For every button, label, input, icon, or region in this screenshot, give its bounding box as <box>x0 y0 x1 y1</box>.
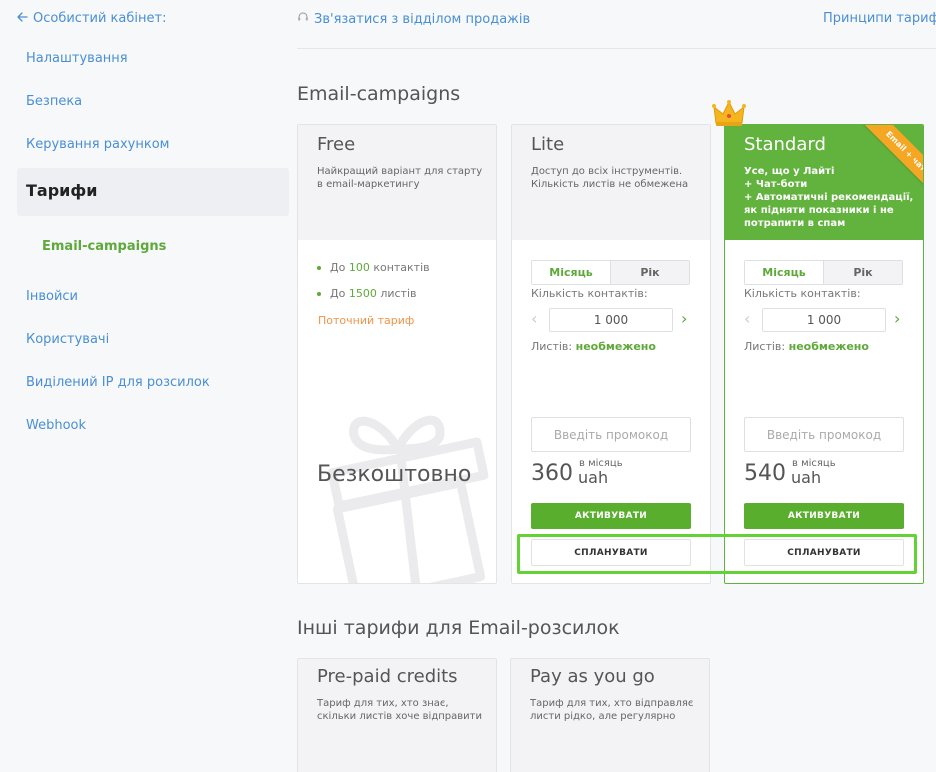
letters-value: необмежено <box>788 340 869 353</box>
period-toggle: Місяць Рік <box>531 260 690 285</box>
promo-code-input[interactable] <box>531 417 691 452</box>
sidebar: Особистий кабінет: Налаштування Безпека … <box>0 0 298 772</box>
plan-description: Найкращий варіант для старту в email-мар… <box>317 166 483 190</box>
feature-prefix: До <box>330 261 346 274</box>
schedule-button[interactable]: СПЛАНУВАТИ <box>531 539 691 566</box>
ribbon: Email + чатботи <box>847 125 923 213</box>
feature-suffix: контактів <box>373 261 430 274</box>
chevron-left-icon[interactable]: ‹ <box>531 309 537 328</box>
contacts-stepper-input[interactable] <box>762 308 886 332</box>
sidebar-item-users[interactable]: Користувачі <box>26 332 109 347</box>
plan-name: Standard <box>744 134 826 155</box>
feature-suffix: листів <box>380 287 417 300</box>
period-toggle: Місяць Рік <box>744 260 903 285</box>
sidebar-subitem-email-campaigns[interactable]: Email-campaigns <box>42 239 166 254</box>
feature-prefix: До <box>330 287 346 300</box>
ribbon-label: Email + чатботи <box>863 125 923 209</box>
letters-value: необмежено <box>575 340 656 353</box>
feature-value: 1500 <box>348 287 377 300</box>
headset-icon <box>297 11 309 27</box>
period-month-button[interactable]: Місяць <box>532 261 611 284</box>
plan-card-header: Lite Доступ до всіх інструментів. Кількі… <box>512 125 710 240</box>
bullet-icon <box>317 291 321 296</box>
sidebar-item-security[interactable]: Безпека <box>26 94 82 109</box>
feature-letters: До 1500 листів <box>317 287 417 300</box>
section-title-other-plans: Інші тарифи для Email-розсилок <box>297 617 620 639</box>
free-price-text: Безкоштовно <box>317 462 472 487</box>
feature-value: 100 <box>348 261 370 274</box>
letters-label: Листів: <box>531 340 573 353</box>
plan-description: Доступ до всіх інструментів. Кількість л… <box>531 166 689 190</box>
current-plan-label: Поточний тариф <box>318 314 415 327</box>
letters-info: Листів: необмежено <box>531 340 656 353</box>
contacts-label: Кількість контактів: <box>744 287 861 300</box>
tariff-principles-link[interactable]: Принципи тариф <box>823 11 936 26</box>
plan-card-header: Free Найкращий варіант для старту в emai… <box>298 125 496 240</box>
sidebar-item-tariffs-label: Тарифи <box>26 181 98 200</box>
back-link-label: Особистий кабінет: <box>33 11 167 26</box>
plan-description: Тариф для тих, хто відправляє листи рідк… <box>530 698 694 722</box>
chevron-right-icon[interactable]: › <box>894 309 900 328</box>
price-amount: 540 <box>744 461 786 486</box>
period-year-button[interactable]: Рік <box>611 261 689 284</box>
sidebar-item-settings[interactable]: Налаштування <box>26 51 128 66</box>
price-amount: 360 <box>531 461 573 486</box>
sidebar-item-webhook[interactable]: Webhook <box>26 418 86 433</box>
plan-card-pay-as-you-go[interactable]: Pay as you go Тариф для тих, хто відправ… <box>510 658 710 772</box>
section-title-email-campaigns: Email-campaigns <box>297 83 461 105</box>
sidebar-item-dedicated-ip[interactable]: Виділений IP для розсилок <box>26 375 210 390</box>
back-link[interactable]: Особистий кабінет: <box>17 11 166 26</box>
plan-description: Тариф для тих, хто знає, скільки листів … <box>317 698 482 722</box>
feature-contacts: До 100 контактів <box>317 261 430 274</box>
activate-button[interactable]: АКТИВУВАТИ <box>531 503 691 529</box>
sidebar-item-account-management[interactable]: Керування рахунком <box>26 137 169 152</box>
letters-label: Листів: <box>744 340 786 353</box>
price-currency: uah <box>791 468 822 487</box>
schedule-button[interactable]: СПЛАНУВАТИ <box>744 539 904 566</box>
plan-card-standard: Standard Усе, що у Лайті + Чат-боти + Ав… <box>724 124 924 584</box>
header-divider <box>297 48 936 49</box>
letters-info: Листів: необмежено <box>744 340 869 353</box>
sidebar-item-tariffs[interactable]: Тарифи <box>17 168 289 216</box>
arrow-left-icon <box>17 11 28 26</box>
period-month-button[interactable]: Місяць <box>745 261 824 284</box>
period-year-button[interactable]: Рік <box>824 261 902 284</box>
plan-name: Free <box>317 134 356 155</box>
chevron-right-icon[interactable]: › <box>681 309 687 328</box>
contact-sales-label: Зв'язатися з відділом продажів <box>314 11 531 27</box>
chevron-left-icon[interactable]: ‹ <box>744 309 750 328</box>
plan-name: Pre-paid credits <box>317 666 458 687</box>
plan-name: Lite <box>531 134 565 155</box>
crown-icon <box>712 99 746 133</box>
plan-card-prepaid[interactable]: Pre-paid credits Тариф для тих, хто знає… <box>297 658 497 772</box>
plan-name: Pay as you go <box>530 666 655 687</box>
contact-sales-link[interactable]: Зв'язатися з відділом продажів <box>297 11 530 27</box>
promo-code-input[interactable] <box>744 417 904 452</box>
activate-button[interactable]: АКТИВУВАТИ <box>744 503 904 529</box>
contacts-label: Кількість контактів: <box>531 287 648 300</box>
contacts-stepper-input[interactable] <box>549 308 673 332</box>
bullet-icon <box>317 265 321 270</box>
sidebar-item-invoices[interactable]: Інвойси <box>26 289 78 304</box>
price-currency: uah <box>578 468 609 487</box>
plan-card-free: Free Найкращий варіант для старту в emai… <box>297 124 497 584</box>
plan-card-lite: Lite Доступ до всіх інструментів. Кількі… <box>511 124 711 584</box>
